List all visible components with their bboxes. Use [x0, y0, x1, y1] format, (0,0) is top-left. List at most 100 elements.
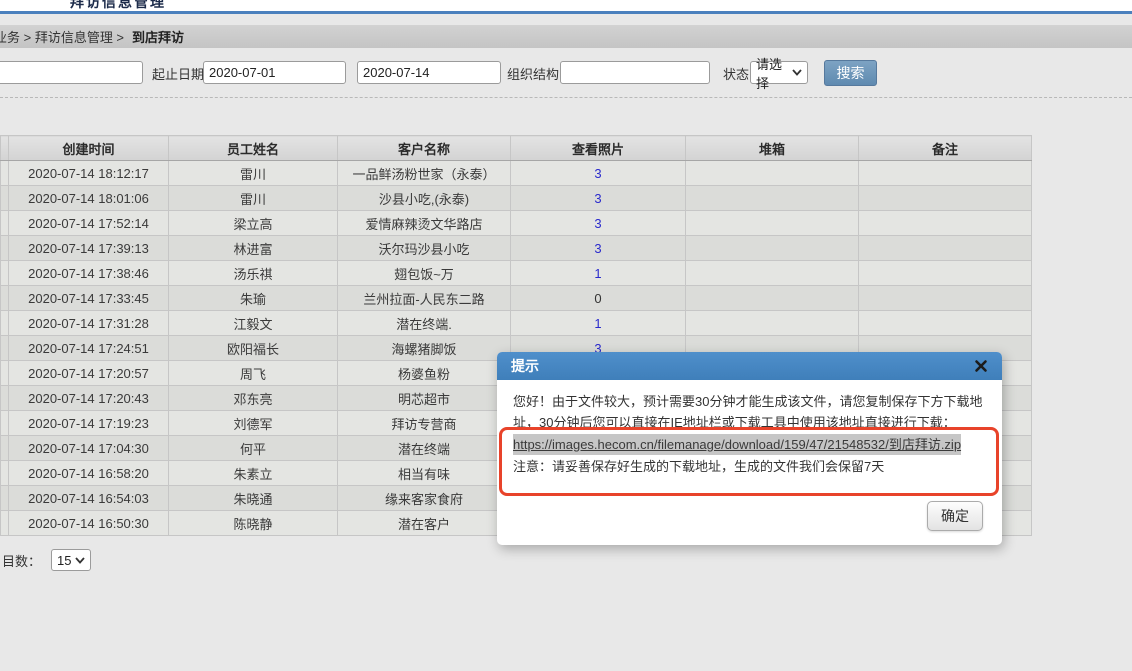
dialog-message: 您好！由于文件较大，预计需要30分钟才能生成该文件，请您复制保存下方下载地址，3…: [513, 391, 986, 433]
screen: 拜访信息管理 业务 > 拜访信息管理 > 到店拜访 起止日期 组织结构 状态 请…: [0, 0, 1132, 671]
cell-time: 2020-07-14 16:54:03: [9, 486, 169, 511]
cell-remark: [859, 286, 1032, 311]
cell-name: 周飞: [169, 361, 338, 386]
cell-sliver: [1, 161, 9, 186]
pager: 目数： 15: [2, 549, 91, 571]
column-header-remark: 备注: [859, 136, 1032, 161]
cell-sliver: [1, 361, 9, 386]
cell-stack: [686, 286, 859, 311]
cell-name: 何平: [169, 436, 338, 461]
cell-sliver: [1, 286, 9, 311]
cell-photos: 3: [511, 236, 686, 261]
cell-customer: 兰州拉面-人民东二路: [338, 286, 511, 311]
photo-count-link[interactable]: 3: [594, 241, 601, 256]
cell-time: 2020-07-14 17:20:57: [9, 361, 169, 386]
date-from-input[interactable]: [203, 61, 346, 84]
cell-stack: [686, 261, 859, 286]
cell-photos: 3: [511, 161, 686, 186]
cell-stack: [686, 161, 859, 186]
cell-customer: 沃尔玛沙县小吃: [338, 236, 511, 261]
cell-sliver: [1, 311, 9, 336]
cell-customer: 爱情麻辣烫文华路店: [338, 211, 511, 236]
cell-customer: 明芯超市: [338, 386, 511, 411]
dashed-separator: [0, 97, 1132, 98]
org-label: 组织结构: [507, 64, 559, 83]
cell-photos: 1: [511, 261, 686, 286]
cell-name: 欧阳福长: [169, 336, 338, 361]
cell-sliver: [1, 486, 9, 511]
cell-time: 2020-07-14 16:58:20: [9, 461, 169, 486]
photo-count-link[interactable]: 1: [594, 316, 601, 331]
cell-remark: [859, 311, 1032, 336]
cell-time: 2020-07-14 17:38:46: [9, 261, 169, 286]
download-url-link[interactable]: https://images.hecom.cn/filemanage/downl…: [513, 434, 961, 455]
cell-name: 雷川: [169, 161, 338, 186]
cell-remark: [859, 161, 1032, 186]
cell-name: 朱晓通: [169, 486, 338, 511]
date-range-label: 起止日期: [152, 64, 204, 83]
cell-time: 2020-07-14 17:31:28: [9, 311, 169, 336]
table-row: 2020-07-14 18:12:17 雷川 一品鲜汤粉世家（永泰） 3: [1, 161, 1032, 186]
cell-stack: [686, 311, 859, 336]
cell-customer: 相当有味: [338, 461, 511, 486]
table-row: 2020-07-14 17:33:45 朱瑜 兰州拉面-人民东二路 0: [1, 286, 1032, 311]
table-row: 2020-07-14 17:52:14 梁立高 爱情麻辣烫文华路店 3: [1, 211, 1032, 236]
search-button[interactable]: 搜索: [824, 60, 877, 86]
photo-count-link[interactable]: 1: [594, 266, 601, 281]
column-header-sliver: [1, 136, 9, 161]
chevron-down-icon: [75, 557, 85, 564]
cell-time: 2020-07-14 17:52:14: [9, 211, 169, 236]
cell-time: 2020-07-14 17:24:51: [9, 336, 169, 361]
top-tab-strip: 拜访信息管理: [0, 0, 1132, 11]
cell-name: 刘德军: [169, 411, 338, 436]
cell-time: 2020-07-14 18:01:06: [9, 186, 169, 211]
table-row: 2020-07-14 18:01:06 雷川 沙县小吃,(永泰) 3: [1, 186, 1032, 211]
cell-remark: [859, 261, 1032, 286]
cell-sliver: [1, 511, 9, 536]
cell-sliver: [1, 461, 9, 486]
cell-customer: 潜在终端: [338, 436, 511, 461]
cell-customer: 拜访专营商: [338, 411, 511, 436]
download-notice-dialog: 提示 您好！由于文件较大，预计需要30分钟才能生成该文件，请您复制保存下方下载地…: [497, 352, 1002, 545]
cell-name: 梁立高: [169, 211, 338, 236]
cell-remark: [859, 186, 1032, 211]
cell-customer: 杨婆鱼粉: [338, 361, 511, 386]
cell-sliver: [1, 261, 9, 286]
cell-sliver: [1, 436, 9, 461]
cell-photos: 1: [511, 311, 686, 336]
cell-name: 汤乐祺: [169, 261, 338, 286]
photo-count-link[interactable]: 3: [594, 191, 601, 206]
cell-name: 雷川: [169, 186, 338, 211]
cell-customer: 潜在终端.: [338, 311, 511, 336]
breadcrumb-path: 业务 > 拜访信息管理 >: [0, 27, 124, 46]
column-header-name: 员工姓名: [169, 136, 338, 161]
cell-customer: 海螺猪脚饭: [338, 336, 511, 361]
photo-count-link: 0: [594, 291, 601, 306]
ok-button[interactable]: 确定: [927, 501, 983, 531]
column-header-photos: 查看照片: [511, 136, 686, 161]
cell-photos: 3: [511, 186, 686, 211]
status-select[interactable]: 请选择: [750, 61, 808, 84]
cell-name: 邓东亮: [169, 386, 338, 411]
cell-stack: [686, 236, 859, 261]
org-input[interactable]: [560, 61, 710, 84]
cell-time: 2020-07-14 17:39:13: [9, 236, 169, 261]
table-row: 2020-07-14 17:38:46 汤乐祺 翅包饭~万 1: [1, 261, 1032, 286]
close-icon[interactable]: [974, 359, 988, 373]
cell-time: 2020-07-14 17:33:45: [9, 286, 169, 311]
date-to-input[interactable]: [357, 61, 501, 84]
page-size-select[interactable]: 15: [51, 549, 91, 571]
cell-remark: [859, 211, 1032, 236]
cell-sliver: [1, 336, 9, 361]
photo-count-link[interactable]: 3: [594, 166, 601, 181]
keyword-input[interactable]: [0, 61, 143, 84]
clipped-tab-label[interactable]: 拜访信息管理: [70, 0, 166, 11]
cell-time: 2020-07-14 17:20:43: [9, 386, 169, 411]
dialog-body: 您好！由于文件较大，预计需要30分钟才能生成该文件，请您复制保存下方下载地址，3…: [497, 380, 1002, 477]
cell-time: 2020-07-14 17:04:30: [9, 436, 169, 461]
column-header-customer: 客户名称: [338, 136, 511, 161]
photo-count-link[interactable]: 3: [594, 216, 601, 231]
status-label: 状态: [723, 64, 749, 83]
dialog-titlebar: 提示: [497, 352, 1002, 380]
cell-time: 2020-07-14 17:19:23: [9, 411, 169, 436]
